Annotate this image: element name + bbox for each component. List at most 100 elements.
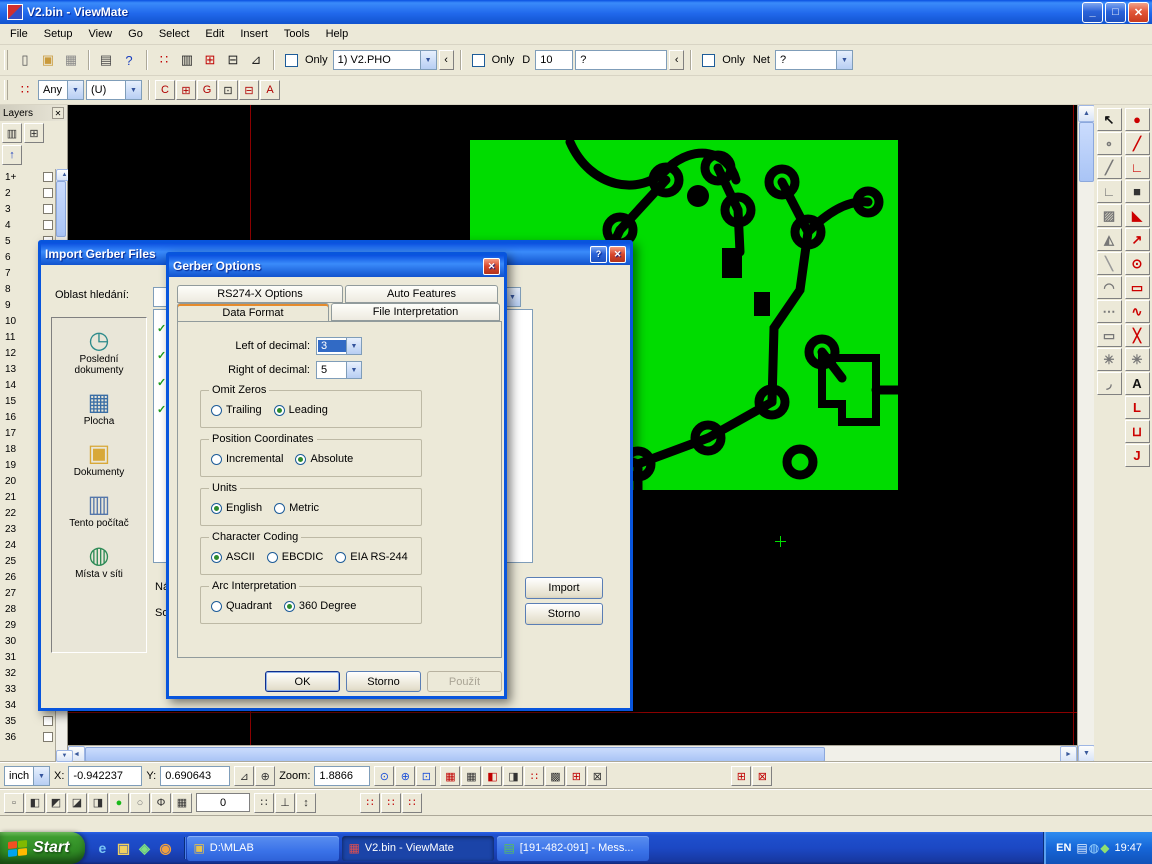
- scroll-thumb[interactable]: [56, 181, 66, 237]
- print-icon[interactable]: ▤: [95, 50, 117, 70]
- dcode-query-input[interactable]: ?: [575, 50, 667, 70]
- layer-color-chip[interactable]: [43, 172, 53, 182]
- u-combobox[interactable]: (U)▼: [86, 80, 142, 100]
- tab-rs274-x-options[interactable]: RS274-X Options: [177, 285, 343, 303]
- layer-color-chip[interactable]: [43, 204, 53, 214]
- chevron-down-icon[interactable]: ▼: [33, 767, 49, 785]
- angled-trace-tool-icon[interactable]: ↗: [1125, 228, 1150, 251]
- tab-file-interpretation[interactable]: File Interpretation: [331, 303, 500, 321]
- spline-tool-icon[interactable]: ∿: [1125, 300, 1150, 323]
- minimize-button[interactable]: _: [1082, 2, 1103, 23]
- dcode-input[interactable]: 10: [535, 50, 573, 70]
- task-mlab-folder[interactable]: ▣D:\MLAB: [187, 836, 339, 861]
- unit-combobox[interactable]: inch▼: [4, 766, 50, 786]
- panel-grid-icon[interactable]: ⊞: [731, 766, 751, 786]
- chevron-down-icon[interactable]: ▼: [125, 81, 141, 99]
- snap-centers-icon[interactable]: ∘: [1097, 132, 1122, 155]
- place-desktop[interactable]: ▦Plocha: [54, 390, 144, 427]
- grid-red-icon[interactable]: ▦: [440, 766, 460, 786]
- desktop-quick-icon[interactable]: ◈: [135, 839, 153, 857]
- layer-colors-icon[interactable]: ⊞: [24, 123, 44, 143]
- layer-row-1[interactable]: 1+: [0, 169, 55, 185]
- vertical-scrollbar[interactable]: ▲ ▼: [1077, 105, 1094, 762]
- layer-up-icon[interactable]: ↑: [2, 145, 22, 165]
- prev-step-icon[interactable]: ◩: [46, 793, 66, 813]
- hook-tool-icon[interactable]: ◞: [1097, 372, 1122, 395]
- combo-right-of-decimal[interactable]: 5▼: [316, 361, 362, 379]
- radio-english[interactable]: English: [211, 502, 262, 514]
- grid-small-icon[interactable]: ∷: [14, 80, 36, 100]
- grid-dark-icon[interactable]: ▦: [461, 766, 481, 786]
- layer-row-35[interactable]: 35: [0, 713, 55, 729]
- menu-view[interactable]: View: [80, 28, 120, 40]
- layer-row-2[interactable]: 2: [0, 185, 55, 201]
- cross-cut-tool-icon[interactable]: ╳: [1125, 324, 1150, 347]
- outline-rect-tool-icon[interactable]: ▭: [1097, 324, 1122, 347]
- arc-tool-gray-icon[interactable]: ◠: [1097, 276, 1122, 299]
- layer-row-4[interactable]: 4: [0, 217, 55, 233]
- blank-box-icon[interactable]: ▫: [4, 793, 24, 813]
- chevron-down-icon[interactable]: ▼: [346, 362, 361, 378]
- filled-box-tool-icon[interactable]: ▨: [1097, 204, 1122, 227]
- u-shape-tool-icon[interactable]: ⊔: [1125, 420, 1150, 443]
- dcode-select-icon[interactable]: ▥: [176, 50, 198, 70]
- l-text-tool-icon[interactable]: L: [1125, 396, 1150, 419]
- menu-file[interactable]: File: [2, 28, 36, 40]
- tab-auto-features[interactable]: Auto Features: [345, 285, 498, 303]
- menu-setup[interactable]: Setup: [36, 28, 81, 40]
- pad-red-b-icon[interactable]: ∷: [381, 793, 401, 813]
- anchor-icon[interactable]: ⊥: [275, 793, 295, 813]
- layer-color-chip[interactable]: [43, 188, 53, 198]
- radio-incremental[interactable]: Incremental: [211, 453, 283, 465]
- task-viewmate[interactable]: ▦V2.bin - ViewMate: [342, 836, 494, 861]
- place-network-places[interactable]: ◍Místa v síti: [54, 543, 144, 580]
- place-recent-documents[interactable]: ◷Poslední dokumenty: [54, 328, 144, 376]
- radio-trailing[interactable]: Trailing: [211, 404, 262, 416]
- layer-color-chip[interactable]: [43, 220, 53, 230]
- mirror-pattern-icon[interactable]: ⊠: [587, 766, 607, 786]
- zoom-in-icon[interactable]: ⊕: [395, 766, 415, 786]
- j-text-tool-icon[interactable]: J: [1125, 444, 1150, 467]
- trace-box-icon[interactable]: ⊟: [239, 80, 259, 100]
- square-pad-tool-icon[interactable]: ■: [1125, 180, 1150, 203]
- ok-button[interactable]: OK: [265, 671, 340, 692]
- scroll-down-icon[interactable]: ▼: [1078, 745, 1095, 762]
- film-negative-icon[interactable]: ◧: [482, 766, 502, 786]
- scroll-right-icon[interactable]: ►: [1060, 746, 1077, 763]
- triangle-pad-tool-icon[interactable]: ◣: [1125, 204, 1150, 227]
- layer-color-chip[interactable]: [43, 716, 53, 726]
- line-tool-gray-icon[interactable]: ╱: [1097, 156, 1122, 179]
- radio-eia-rs-244[interactable]: EIA RS-244: [335, 551, 407, 563]
- trace-pattern-icon[interactable]: ▩: [545, 766, 565, 786]
- aperture-table-icon[interactable]: ∷: [153, 50, 175, 70]
- pad-red-a-icon[interactable]: ∷: [360, 793, 380, 813]
- radio-ebcdic[interactable]: EBCDIC: [267, 551, 324, 563]
- import-button[interactable]: Import: [525, 577, 603, 599]
- maximize-button[interactable]: □: [1105, 2, 1126, 23]
- target-cross-icon[interactable]: ⊕: [255, 766, 275, 786]
- task-messenger[interactable]: ▤[191-482-091] - Mess...: [497, 836, 649, 861]
- start-button[interactable]: Start: [0, 832, 85, 864]
- scroll-thumb[interactable]: [1079, 122, 1094, 182]
- language-indicator[interactable]: EN: [1056, 842, 1071, 854]
- net-combobox[interactable]: ?▼: [775, 50, 853, 70]
- my-computer-quick-icon[interactable]: ▣: [114, 839, 132, 857]
- select-tool-icon[interactable]: ↖: [1097, 108, 1122, 131]
- prev-layer-button[interactable]: ‹: [439, 50, 454, 70]
- radio-ascii[interactable]: ASCII: [211, 551, 255, 563]
- circle-pad-tool-icon[interactable]: ⊙: [1125, 252, 1150, 275]
- next-step-icon[interactable]: ◪: [67, 793, 87, 813]
- close-button[interactable]: ✕: [483, 258, 500, 275]
- burst-tool-icon[interactable]: ✳: [1125, 348, 1150, 371]
- pad-pattern-icon[interactable]: ∷: [524, 766, 544, 786]
- pad-red-c-icon[interactable]: ∷: [402, 793, 422, 813]
- zoom-point-icon[interactable]: ⊙: [374, 766, 394, 786]
- storno-button[interactable]: Storno: [525, 603, 603, 625]
- text-tool-icon[interactable]: A: [1125, 372, 1150, 395]
- prev-dcode-button[interactable]: ‹: [669, 50, 684, 70]
- context-help-icon[interactable]: ?: [118, 50, 140, 70]
- horizontal-scrollbar[interactable]: ◄ ►: [68, 745, 1077, 762]
- open-file-icon[interactable]: ▣: [37, 50, 59, 70]
- menu-go[interactable]: Go: [120, 28, 151, 40]
- italic-shape-tool-icon[interactable]: ◭: [1097, 228, 1122, 251]
